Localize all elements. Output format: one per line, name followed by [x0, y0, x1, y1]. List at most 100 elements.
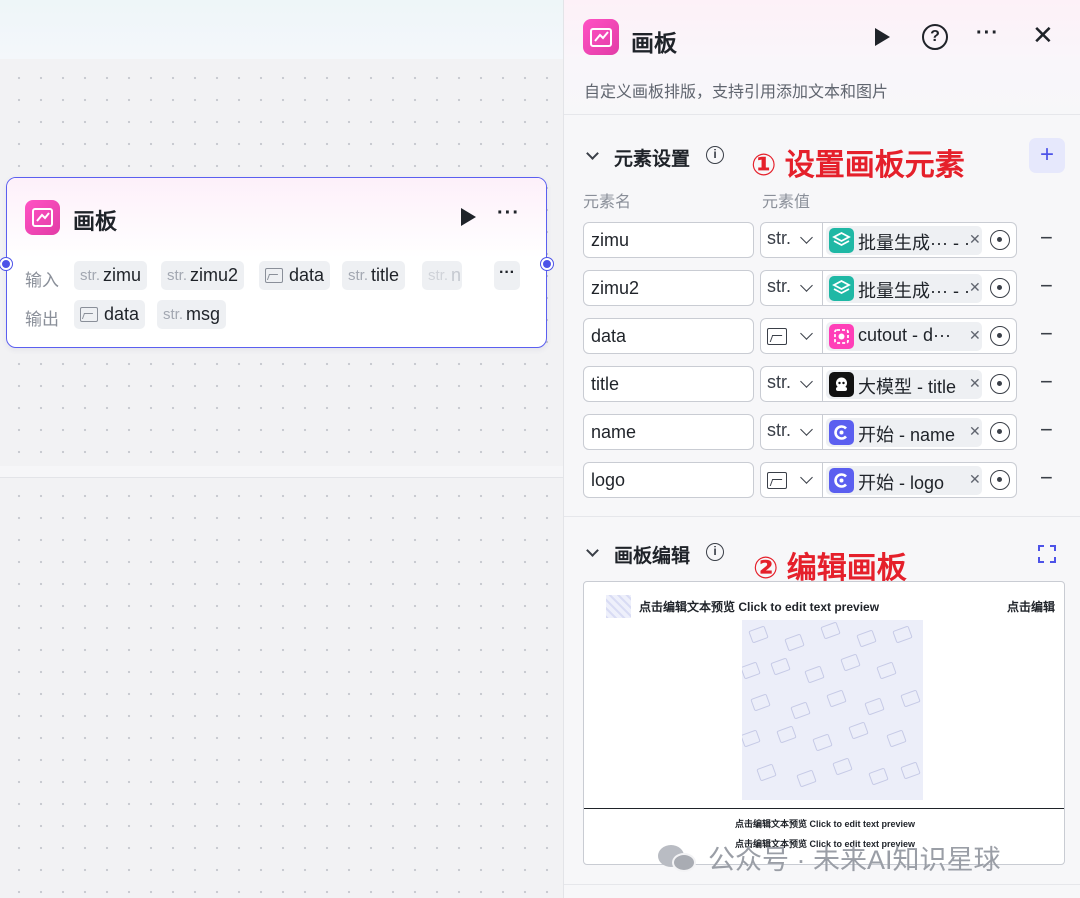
input-chip: str. zimu [74, 261, 148, 290]
panel-title: 画板 [631, 30, 677, 56]
output-chip: data [74, 300, 146, 329]
board-preview-canvas[interactable]: 点击编辑文本预览 Click to edit text preview 点击编辑… [583, 581, 1065, 865]
reference-field[interactable]: 开始 - name ✕ [823, 414, 1017, 450]
remove-row-button[interactable]: − [1040, 417, 1053, 443]
remove-row-button[interactable]: − [1040, 273, 1053, 299]
reference-field[interactable]: 开始 - logo ✕ [823, 462, 1017, 498]
more-inputs-button[interactable]: ··· [494, 261, 520, 290]
section-divider [564, 516, 1080, 517]
remove-reference-icon[interactable]: ✕ [969, 279, 981, 296]
chevron-down-icon [800, 375, 813, 388]
element-name-input[interactable]: zimu2 [583, 270, 754, 306]
run-icon[interactable] [875, 28, 890, 46]
image-placeholder[interactable] [742, 620, 923, 800]
info-icon[interactable]: i [706, 146, 724, 164]
annotation-elements: ① 设置画板元素 [751, 149, 965, 182]
chevron-down-icon [800, 279, 813, 292]
remove-reference-icon[interactable]: ✕ [969, 423, 981, 440]
preview-text[interactable]: 点击编辑文本预览 Click to edit text preview [584, 817, 1064, 830]
variable-picker-icon[interactable] [990, 230, 1010, 250]
element-name-input[interactable]: logo [583, 462, 754, 498]
more-icon[interactable]: ··· [497, 202, 520, 225]
type-select[interactable]: str. [760, 414, 823, 450]
preview-divider [584, 808, 1064, 809]
element-name-input[interactable]: data [583, 318, 754, 354]
close-icon[interactable]: ✕ [1032, 20, 1054, 50]
preview-edit-text[interactable]: 点击编辑 [1007, 598, 1055, 615]
variable-picker-icon[interactable] [990, 278, 1010, 298]
type-select[interactable]: str. [760, 270, 823, 306]
chevron-down-icon [800, 327, 813, 340]
watermark: 公众号 · 未来AI知识星球 [658, 838, 1001, 877]
input-chip: str. title [342, 261, 406, 290]
type-select[interactable] [760, 462, 823, 498]
remove-row-button[interactable]: − [1040, 369, 1053, 395]
remove-row-button[interactable]: − [1040, 321, 1053, 347]
panel-header: 画板 ? ··· ✕ 自定义画板排版，支持引用添加文本和图片 [564, 0, 1080, 115]
element-name-input[interactable]: zimu [583, 222, 754, 258]
element-row: zimu2 str. 批量生成··· - ··· ✕ − [583, 270, 1068, 306]
chevron-down-icon [800, 423, 813, 436]
help-icon[interactable]: ? [922, 24, 948, 50]
board-icon [25, 200, 60, 235]
canvas-divider [0, 466, 563, 478]
reference-tag: 批量生成··· - ··· ✕ [826, 274, 982, 303]
reference-field[interactable]: 大模型 - title ✕ [823, 366, 1017, 402]
preview-text[interactable]: 点击编辑文本预览 Click to edit text preview [639, 598, 879, 615]
remove-row-button[interactable]: − [1040, 465, 1053, 491]
type-select[interactable]: str. [760, 222, 823, 258]
remove-reference-icon[interactable]: ✕ [969, 327, 981, 344]
chevron-down-icon[interactable] [586, 544, 599, 557]
image-icon [767, 472, 787, 489]
remove-row-button[interactable]: − [1040, 225, 1053, 251]
reference-tag: 开始 - logo ✕ [826, 466, 982, 495]
node-title: 画板 [73, 209, 118, 234]
start-icon [829, 468, 854, 493]
remove-reference-icon[interactable]: ✕ [969, 471, 981, 488]
variable-picker-icon[interactable] [990, 470, 1010, 490]
play-icon[interactable] [461, 208, 476, 226]
input-chip: str. n [422, 261, 462, 290]
canvas-top-strip [0, 0, 563, 59]
reference-field[interactable]: 批量生成··· - ··· ✕ [823, 270, 1017, 306]
panel-bottom-divider [564, 884, 1080, 885]
remove-reference-icon[interactable]: ✕ [969, 375, 981, 392]
start-icon [829, 420, 854, 445]
output-port[interactable] [541, 258, 553, 270]
type-select[interactable]: str. [760, 366, 823, 402]
variable-picker-icon[interactable] [990, 374, 1010, 394]
reference-field[interactable]: 批量生成··· - ··· ✕ [823, 222, 1017, 258]
chevron-down-icon [800, 231, 813, 244]
add-element-button[interactable]: + [1029, 138, 1065, 173]
image-icon [80, 307, 98, 322]
expand-icon[interactable] [1038, 545, 1056, 563]
element-row: logo 开始 - logo ✕ − [583, 462, 1068, 498]
layers-icon [829, 228, 854, 253]
panel-description: 自定义画板排版，支持引用添加文本和图片 [584, 84, 889, 101]
element-name-input[interactable]: name [583, 414, 754, 450]
more-icon[interactable]: ··· [976, 22, 999, 45]
reference-tag: 开始 - name ✕ [826, 418, 982, 447]
chevron-down-icon [800, 471, 813, 484]
variable-picker-icon[interactable] [990, 422, 1010, 442]
logo-placeholder[interactable] [606, 595, 631, 618]
element-name-input[interactable]: title [583, 366, 754, 402]
elements-section-title[interactable]: 元素设置 [614, 144, 690, 171]
remove-reference-icon[interactable]: ✕ [969, 231, 981, 248]
input-port[interactable] [0, 258, 12, 270]
reference-tag: cutout - d··· ✕ [826, 322, 982, 351]
chevron-down-icon[interactable] [586, 147, 599, 160]
column-header-value: 元素值 [762, 194, 811, 211]
workflow-canvas[interactable]: 画板 ··· 输入 str. zimu str. zimu2 data str. ti… [0, 0, 563, 898]
reference-field[interactable]: cutout - d··· ✕ [823, 318, 1017, 354]
type-select[interactable] [760, 318, 823, 354]
editor-section-title[interactable]: 画板编辑 [614, 541, 690, 568]
reference-tag: 批量生成··· - ··· ✕ [826, 226, 982, 255]
canvas-node-board[interactable]: 画板 ··· 输入 str. zimu str. zimu2 data str. ti… [0, 177, 553, 348]
output-label: 输出 [25, 310, 59, 329]
element-row: name str. 开始 - name ✕ − [583, 414, 1068, 450]
info-icon[interactable]: i [706, 543, 724, 561]
layers-icon [829, 276, 854, 301]
image-icon [265, 268, 283, 283]
variable-picker-icon[interactable] [990, 326, 1010, 346]
